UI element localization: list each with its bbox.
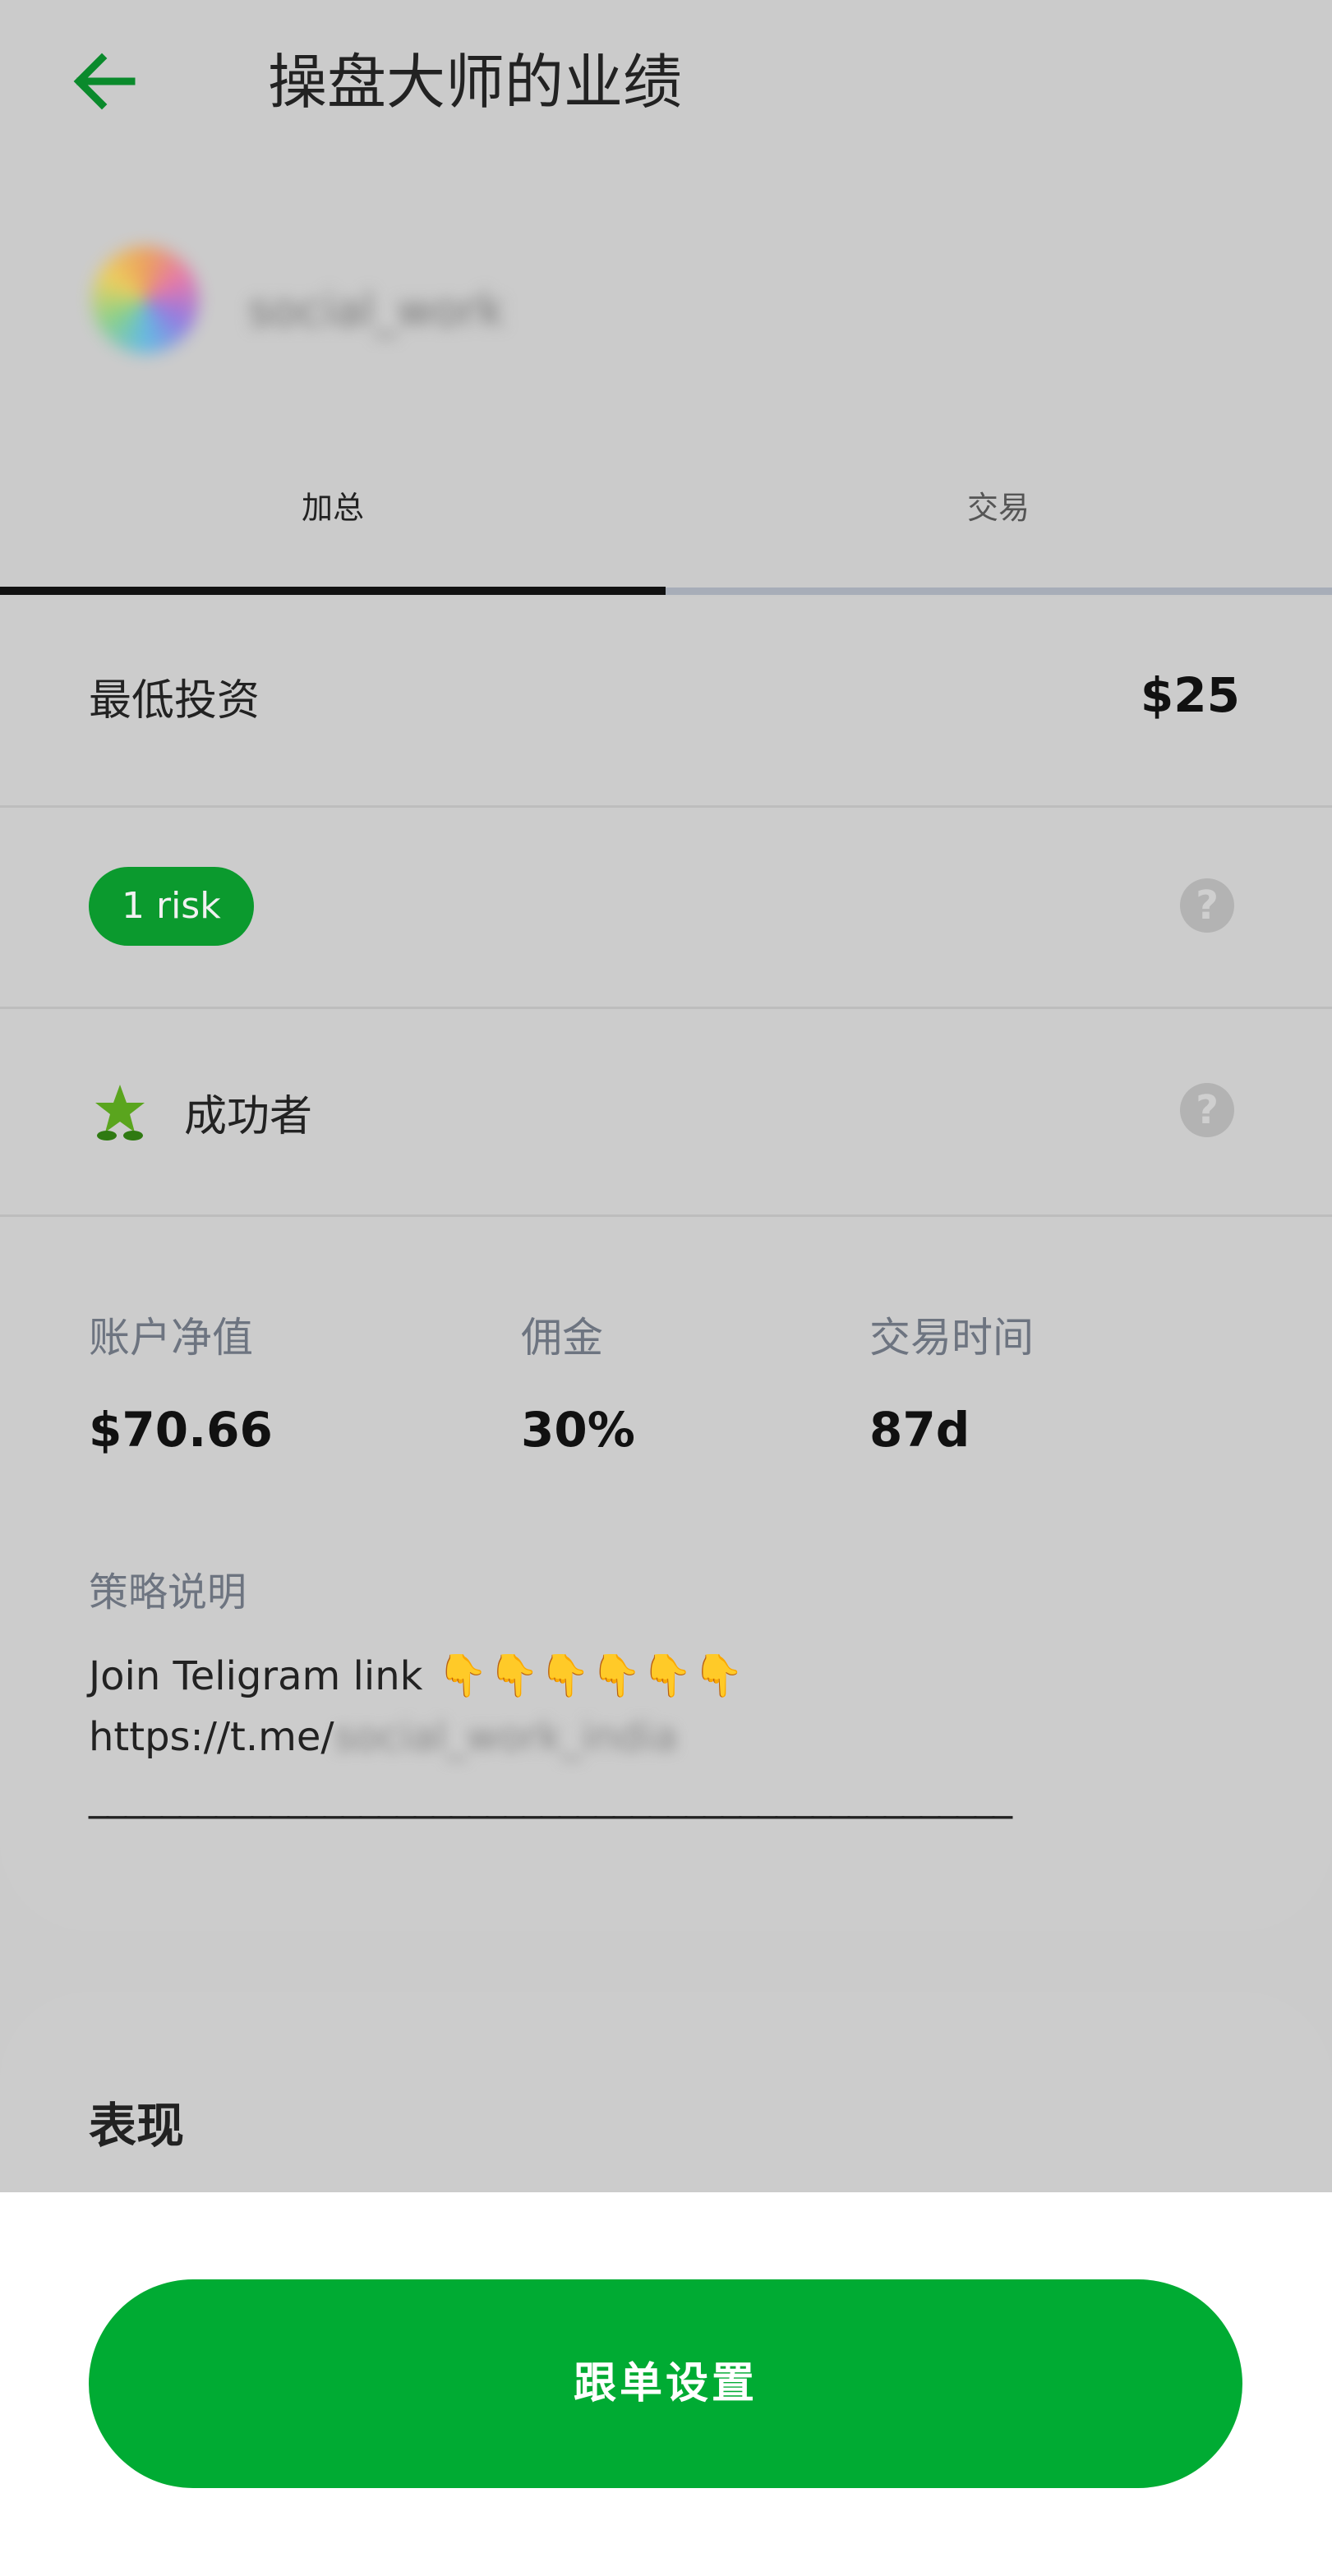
- help-icon[interactable]: ?: [1180, 878, 1234, 933]
- page-title: 操盘大师的业绩: [268, 48, 683, 117]
- trader-profile[interactable]: social_work: [0, 214, 1332, 378]
- risk-row: 1 risk ?: [0, 808, 1332, 1009]
- equity-value: $70.66: [89, 1402, 273, 1458]
- commission-label: 佣金: [521, 1314, 603, 1362]
- bottom-bar: 跟单设置: [0, 2192, 1332, 2576]
- strategy-line-2[interactable]: https://t.me/social_work_india: [89, 1714, 678, 1760]
- star-icon: [95, 1085, 145, 1141]
- trader-type-label: 成功者: [184, 1092, 313, 1141]
- min-investment-row: 最低投资 $25: [0, 597, 1332, 808]
- tab-bar: 加总 交易: [0, 460, 1332, 597]
- header: 操盘大师的业绩: [0, 0, 1332, 164]
- performance-title: 表现: [89, 2098, 185, 2154]
- tab-inactive-indicator: [666, 588, 1332, 595]
- page-overlay: 操盘大师的业绩 social_work 加总 交易 最低投资 $25 1 ris…: [0, 0, 1332, 2238]
- trading-time-value: 87d: [869, 1402, 970, 1458]
- risk-badge: 1 risk: [89, 867, 254, 946]
- avatar: [92, 247, 199, 353]
- min-investment-label: 最低投资: [89, 676, 260, 726]
- summary-card: 最低投资 $25 1 risk ? 成功者 ? 账户净值 佣金 交易时间 $70…: [0, 597, 1332, 1931]
- copy-settings-button[interactable]: 跟单设置: [89, 2279, 1242, 2488]
- back-button[interactable]: [67, 44, 141, 118]
- commission-value: 30%: [521, 1402, 635, 1458]
- strategy-link-blurred: social_work_india: [334, 1714, 678, 1760]
- tab-trades[interactable]: 交易: [666, 460, 1331, 588]
- trading-time-label: 交易时间: [869, 1314, 1034, 1362]
- strategy-line-3: ________________________________________…: [89, 1773, 1012, 1819]
- arrow-left-icon: [73, 53, 136, 110]
- strategy-line-1: Join Teligram link 👇👇👇👇👇👇: [89, 1652, 744, 1700]
- min-investment-value: $25: [1140, 667, 1240, 723]
- help-icon[interactable]: ?: [1180, 1083, 1234, 1137]
- pointing-down-icon: 👇👇👇👇👇👇: [436, 1652, 744, 1699]
- strategy-label: 策略说明: [89, 1569, 247, 1615]
- tab-summary[interactable]: 加总: [0, 460, 666, 588]
- equity-label: 账户净值: [89, 1314, 253, 1362]
- trader-type-row: 成功者 ?: [0, 1009, 1332, 1217]
- tab-active-indicator: [0, 587, 666, 595]
- trader-username: social_work: [248, 284, 505, 336]
- strategy-link-prefix: https://t.me/: [89, 1714, 334, 1760]
- strategy-text: Join Teligram link: [89, 1653, 436, 1699]
